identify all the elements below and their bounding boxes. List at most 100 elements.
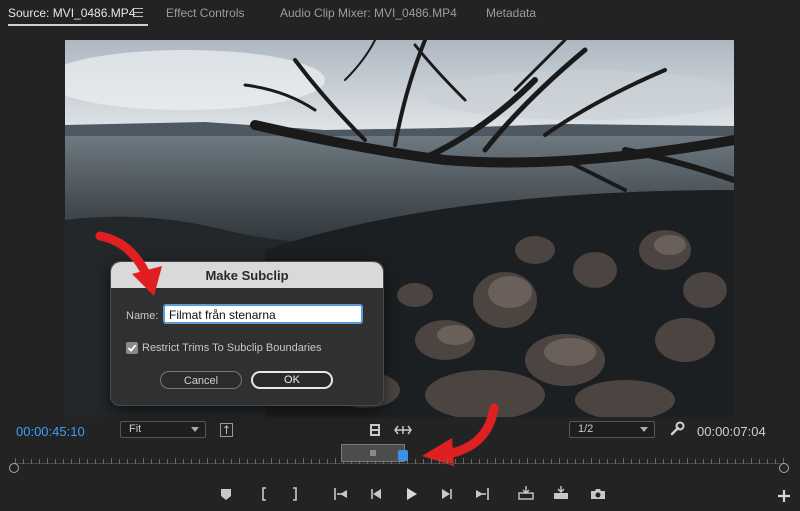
ruler-tick [543, 459, 544, 464]
ruler-tick [647, 459, 648, 464]
zoom-level-value: Fit [129, 423, 142, 435]
add-marker-icon[interactable] [216, 484, 236, 504]
ruler-tick [239, 458, 240, 464]
ruler-tick [551, 459, 552, 464]
ruler-tick [223, 459, 224, 464]
ruler-tick [423, 459, 424, 464]
active-tab-indicator [8, 24, 148, 26]
insert-icon[interactable] [516, 484, 536, 504]
ruler-tick [471, 459, 472, 464]
ruler-tick [519, 459, 520, 464]
play-icon[interactable] [401, 484, 421, 504]
playhead-timecode[interactable]: 00:00:45:10 [16, 424, 85, 439]
ruler-tick [719, 458, 720, 464]
ruler-tick [447, 459, 448, 464]
ruler-tick [455, 459, 456, 464]
tab-effect-controls[interactable]: Effect Controls [166, 6, 244, 20]
ruler-tick [527, 458, 528, 464]
ruler-tick [503, 459, 504, 464]
out-point-handle[interactable] [398, 450, 408, 461]
mark-out-icon[interactable] [285, 484, 305, 504]
drag-video-icon[interactable] [394, 424, 412, 436]
ruler-tick [255, 459, 256, 464]
ruler-tick [495, 458, 496, 464]
annotation-arrow-name [95, 231, 162, 296]
go-to-out-icon[interactable] [472, 484, 492, 504]
ruler-tick [71, 459, 72, 464]
playback-resolution-select[interactable]: 1/2 [569, 421, 655, 438]
clip-duration-timecode: 00:00:07:04 [697, 424, 766, 439]
step-forward-icon[interactable] [437, 484, 457, 504]
ruler-tick [599, 459, 600, 464]
playback-resolution-value: 1/2 [578, 423, 594, 435]
ruler-tick [159, 459, 160, 464]
step-back-icon[interactable] [366, 484, 386, 504]
ruler-tick [751, 458, 752, 464]
ruler-tick [439, 459, 440, 464]
overwrite-icon[interactable] [551, 484, 571, 504]
timeline-end-handle[interactable] [779, 463, 789, 473]
ruler-tick [535, 459, 536, 464]
ruler-tick [79, 458, 80, 464]
ruler-tick [679, 459, 680, 464]
ruler-tick [183, 459, 184, 464]
ruler-tick [559, 458, 560, 464]
ruler-tick [463, 458, 464, 464]
tab-metadata[interactable]: Metadata [486, 6, 536, 20]
ruler-tick [263, 459, 264, 464]
ruler-tick [615, 459, 616, 464]
clip-marker-icon[interactable] [367, 422, 383, 438]
in-out-range[interactable] [341, 444, 405, 462]
ruler-tick [655, 458, 656, 464]
ruler-tick [607, 459, 608, 464]
chevron-down-icon [640, 427, 648, 432]
ruler-tick [687, 458, 688, 464]
ruler-tick [151, 459, 152, 464]
range-grip-icon [370, 450, 376, 456]
ruler-tick [695, 459, 696, 464]
wrench-icon[interactable] [669, 421, 685, 437]
ruler-tick [167, 459, 168, 464]
ruler-tick [127, 459, 128, 464]
subclip-name-input[interactable]: Filmat från stenarna [163, 304, 363, 324]
ruler-tick [215, 459, 216, 464]
ruler-tick [175, 458, 176, 464]
ruler-tick [415, 459, 416, 464]
ruler-tick [135, 459, 136, 464]
go-to-in-icon[interactable] [331, 484, 351, 504]
ruler-tick [735, 459, 736, 464]
timeline-start-handle[interactable] [9, 463, 19, 473]
tab-audio-clip-mixer[interactable]: Audio Clip Mixer: MVI_0486.MP4 [280, 6, 457, 20]
cancel-button[interactable]: Cancel [160, 371, 242, 389]
zoom-level-select[interactable]: Fit [120, 421, 206, 438]
ruler-tick [63, 459, 64, 464]
ruler-tick [775, 459, 776, 464]
safe-margins-icon[interactable] [220, 423, 233, 437]
panel-tab-bar: Source: MVI_0486.MP4 Effect Controls Aud… [0, 0, 800, 28]
ruler-tick [247, 459, 248, 464]
plus-icon[interactable] [774, 486, 794, 506]
ruler-tick [31, 459, 32, 464]
ruler-tick [591, 458, 592, 464]
ruler-tick [487, 459, 488, 464]
checkmark-icon [127, 344, 137, 352]
ruler-tick [711, 459, 712, 464]
ruler-tick [95, 459, 96, 464]
ruler-tick [671, 459, 672, 464]
ruler-tick [743, 459, 744, 464]
ruler-tick [327, 459, 328, 464]
ruler-tick [631, 459, 632, 464]
ruler-tick [623, 458, 624, 464]
ruler-tick [727, 459, 728, 464]
panel-menu-icon[interactable] [133, 8, 143, 17]
mark-in-icon[interactable] [254, 484, 274, 504]
ruler-tick [287, 459, 288, 464]
tab-source[interactable]: Source: MVI_0486.MP4 [8, 6, 135, 20]
ruler-tick [295, 459, 296, 464]
ok-button[interactable]: OK [251, 371, 333, 389]
restrict-trims-label: Restrict Trims To Subclip Boundaries [142, 342, 322, 354]
restrict-trims-checkbox[interactable] [126, 342, 138, 354]
ruler-tick [111, 458, 112, 464]
camera-icon[interactable] [588, 484, 608, 504]
ruler-tick [143, 458, 144, 464]
